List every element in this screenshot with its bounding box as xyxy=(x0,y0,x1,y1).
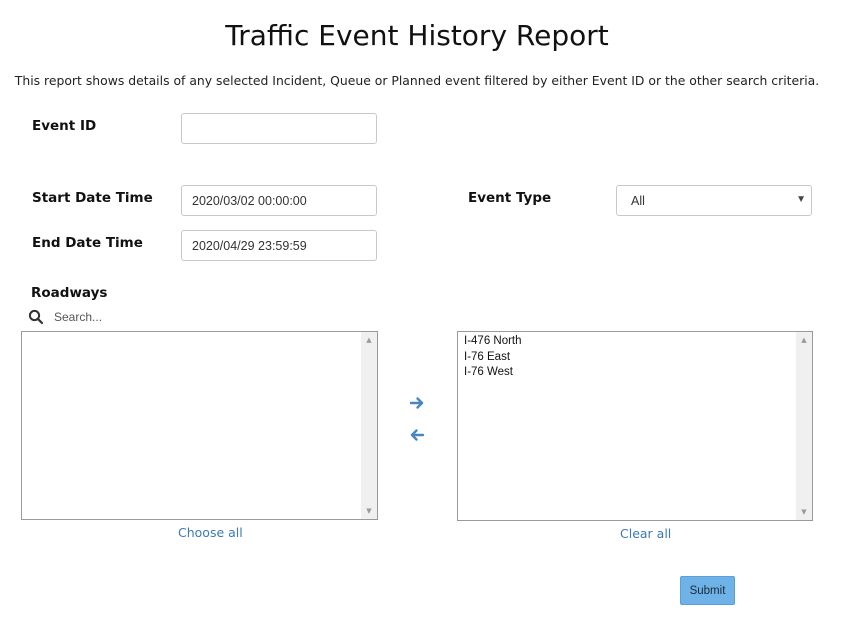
submit-button[interactable]: Submit xyxy=(680,576,735,605)
scroll-down-icon[interactable]: ▼ xyxy=(361,503,377,519)
available-list-scrollbar[interactable]: ▲ ▼ xyxy=(361,332,377,519)
event-id-input[interactable] xyxy=(181,113,377,144)
search-icon xyxy=(28,309,44,325)
event-type-label: Event Type xyxy=(468,190,552,206)
scroll-up-icon[interactable]: ▲ xyxy=(796,332,812,348)
event-type-value: All xyxy=(631,193,645,208)
list-item[interactable]: I-76 West xyxy=(464,365,812,381)
arrow-right-icon[interactable] xyxy=(408,394,426,412)
list-item[interactable]: I-476 North xyxy=(464,334,812,350)
scroll-down-icon[interactable]: ▼ xyxy=(796,504,812,520)
roadways-search-input[interactable] xyxy=(54,307,314,327)
end-date-time-label: End Date Time xyxy=(32,235,143,251)
list-item[interactable]: I-76 East xyxy=(464,350,812,366)
selected-roadways-list[interactable]: I-476 North I-76 East I-76 West ▲ ▼ xyxy=(457,331,813,521)
choose-all-link[interactable]: Choose all xyxy=(178,525,243,540)
page-description: This report shows details of any selecte… xyxy=(14,73,820,88)
selected-list-scrollbar[interactable]: ▲ ▼ xyxy=(796,332,812,520)
caret-down-icon: ▼ xyxy=(796,194,806,205)
event-id-label: Event ID xyxy=(32,118,97,134)
start-date-time-input[interactable] xyxy=(181,185,377,216)
page-title: Traffic Event History Report xyxy=(225,19,609,52)
roadways-label: Roadways xyxy=(31,285,108,301)
scroll-up-icon[interactable]: ▲ xyxy=(361,332,377,348)
available-roadways-list[interactable]: ▲ ▼ xyxy=(21,331,378,520)
event-type-select[interactable]: All ▼ xyxy=(616,185,812,216)
end-date-time-input[interactable] xyxy=(181,230,377,261)
roadways-search xyxy=(26,307,326,327)
start-date-time-label: Start Date Time xyxy=(32,190,153,206)
arrow-left-icon[interactable] xyxy=(408,426,426,444)
clear-all-link[interactable]: Clear all xyxy=(620,526,671,541)
